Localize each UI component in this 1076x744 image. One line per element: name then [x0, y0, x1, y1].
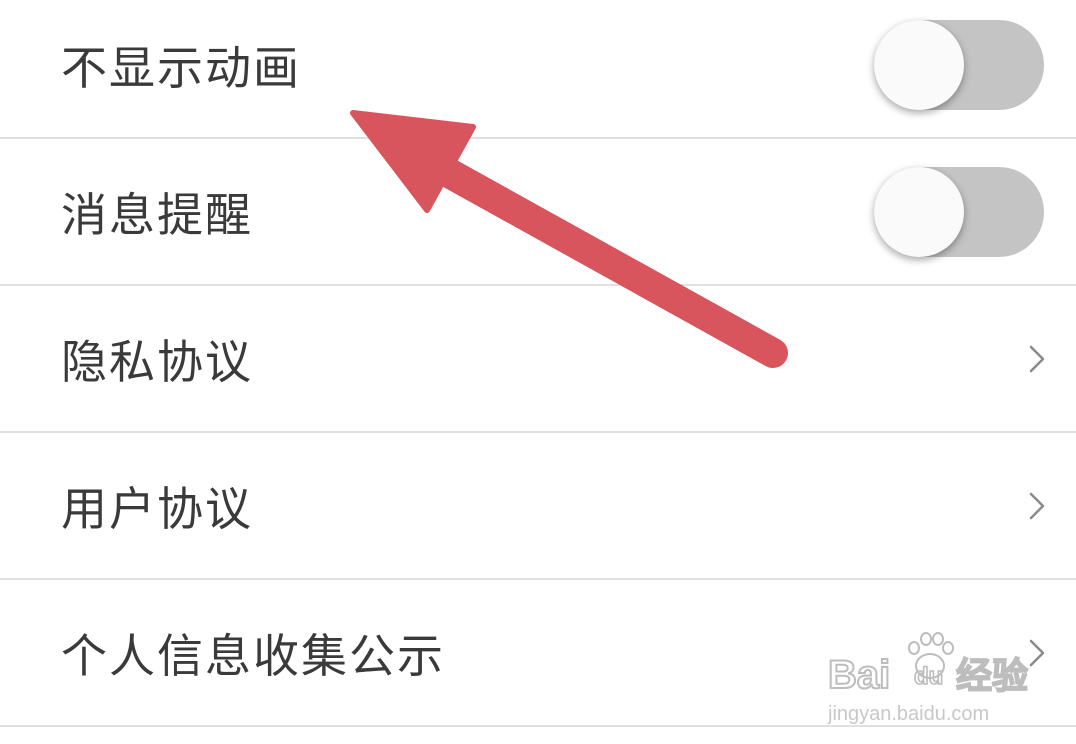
setting-label: 消息提醒 [61, 188, 253, 242]
setting-row-user-agreement[interactable]: 用户协议 [0, 434, 1076, 580]
toggle-knob [874, 167, 964, 257]
chevron-right-icon [1029, 345, 1045, 373]
toggle-knob [874, 20, 964, 110]
setting-row-message-reminder[interactable]: 消息提醒 [0, 140, 1076, 286]
disable-animation-toggle[interactable] [874, 20, 1044, 110]
chevron-right-icon [1029, 639, 1045, 667]
setting-label: 不显示动画 [61, 41, 301, 95]
settings-screen: 不显示动画 消息提醒 隐私协议 用户协议 个人信息收集公示 Bai du 经验 … [0, 0, 1076, 744]
setting-row-personal-info-disclosure[interactable]: 个人信息收集公示 [0, 581, 1076, 727]
setting-label: 用户协议 [61, 482, 253, 536]
setting-label: 隐私协议 [61, 335, 253, 389]
setting-label: 个人信息收集公示 [61, 629, 445, 683]
chevron-right-icon [1029, 492, 1045, 520]
setting-row-disable-animation[interactable]: 不显示动画 [0, 0, 1076, 139]
message-reminder-toggle[interactable] [874, 167, 1044, 257]
setting-row-privacy-policy[interactable]: 隐私协议 [0, 287, 1076, 433]
